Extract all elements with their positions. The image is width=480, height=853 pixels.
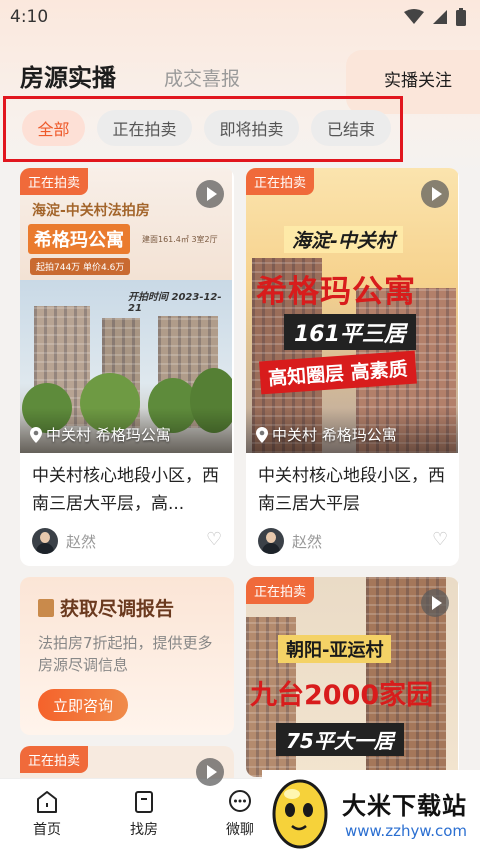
tab-deal-news[interactable]: 成交喜报 <box>164 64 240 91</box>
poster-date: 开拍时间 2023-12-21 <box>128 292 222 314</box>
filter-chip-all[interactable]: 全部 <box>22 110 85 146</box>
filter-chip-upcoming[interactable]: 即将拍卖 <box>204 110 299 146</box>
avatar <box>258 528 284 554</box>
nav-label: 微聊 <box>226 822 254 838</box>
header: 房源实播 成交喜报 实播关注 <box>0 50 480 114</box>
signal-icon <box>433 10 447 24</box>
report-title: 获取尽调报告 <box>38 594 174 621</box>
play-icon[interactable] <box>421 180 449 208</box>
avatar <box>32 528 58 554</box>
follow-button[interactable]: 实播关注 <box>384 66 452 91</box>
agent-name: 赵然 <box>292 532 323 551</box>
wifi-icon <box>404 9 424 24</box>
nav-label: 首页 <box>33 822 61 838</box>
chat-icon <box>229 790 251 812</box>
location-text: 中关村 希格玛公寓 <box>272 426 397 444</box>
status-badge: 正在拍卖 <box>20 746 89 773</box>
poster-line2: 希格玛公寓 <box>256 274 416 310</box>
listing-poster: 海淀-中关村 希格玛公寓 161平三居 高知圈层 高素质 <box>246 168 458 453</box>
location-pin-icon <box>256 426 268 443</box>
report-description: 法拍房7折起拍，提供更多房源尽调信息 <box>38 634 213 674</box>
nav-label: 找房 <box>130 822 158 838</box>
status-time: 4:10 <box>10 7 49 27</box>
poster-line2: 九台2000家园 <box>250 680 434 711</box>
report-title-text: 获取尽调报告 <box>60 598 175 620</box>
status-badge: 正在拍卖 <box>246 577 315 604</box>
poster-line1: 海淀-中关村 <box>284 226 403 253</box>
heart-icon[interactable]: ♡ <box>206 529 222 550</box>
poster-line1: 海淀-中关村法拍房 <box>32 203 150 219</box>
listing-title[interactable]: 中关村核心地段小区，西南三居大平层 <box>258 462 458 518</box>
play-icon[interactable] <box>196 180 224 208</box>
filter-chip-auctioning[interactable]: 正在拍卖 <box>97 110 192 146</box>
report-clipboard-icon <box>38 599 54 617</box>
nav-item-find-house[interactable]: 找房 <box>116 789 172 839</box>
agent-info[interactable]: 赵然 <box>32 528 96 554</box>
listing-poster: 海淀-中关村法拍房 希格玛公寓 建面161.4㎡ 3室2厅 起拍744万 单价4… <box>20 168 232 453</box>
status-icons <box>404 8 466 26</box>
listing-card[interactable]: 海淀-中关村法拍房 希格玛公寓 建面161.4㎡ 3室2厅 起拍744万 单价4… <box>20 168 234 566</box>
poster-line1: 朝阳-亚运村 <box>278 635 392 663</box>
location-pin-icon <box>30 426 42 443</box>
play-icon[interactable] <box>196 758 224 786</box>
house-search-icon <box>135 791 153 813</box>
tab-live-listings[interactable]: 房源实播 <box>20 58 116 93</box>
poster-price: 起拍744万 单价4.6万 <box>30 258 131 275</box>
listing-card[interactable]: 海淀-中关村 希格玛公寓 161平三居 高知圈层 高素质 正在拍卖 中关村 希格… <box>246 168 459 566</box>
poster-line2: 希格玛公寓 <box>28 224 130 254</box>
location-text: 中关村 希格玛公寓 <box>46 426 171 444</box>
poster-line3: 161平三居 <box>284 314 416 350</box>
play-icon[interactable] <box>421 589 449 617</box>
listing-title[interactable]: 中关村核心地段小区，西南三居大平层，高... <box>32 462 232 518</box>
heart-icon[interactable]: ♡ <box>432 529 448 550</box>
home-icon <box>37 791 57 813</box>
status-badge: 正在拍卖 <box>20 168 89 195</box>
consult-button[interactable]: 立即咨询 <box>38 689 128 721</box>
watermark-url: www.zzhyw.com <box>345 822 468 840</box>
status-badge: 正在拍卖 <box>246 168 315 195</box>
nav-item-chat[interactable]: 微聊 <box>212 789 268 839</box>
poster-area: 建面161.4㎡ 3室2厅 <box>142 235 218 244</box>
agent-info[interactable]: 赵然 <box>258 528 322 554</box>
filter-chip-ended[interactable]: 已结束 <box>311 110 391 146</box>
agent-name: 赵然 <box>66 532 97 551</box>
watermark-title: 大米下载站 <box>342 792 467 820</box>
nav-item-home[interactable]: 首页 <box>19 789 75 839</box>
listing-card[interactable]: 朝阳-亚运村 九台2000家园 75平大一居 正在拍卖 <box>246 577 459 777</box>
battery-icon <box>456 8 466 26</box>
mascot-egg-icon <box>272 779 328 849</box>
poster-line3: 75平大一居 <box>276 723 404 756</box>
status-bar: 4:10 <box>0 0 480 34</box>
listing-location: 中关村 希格玛公寓 <box>256 424 397 445</box>
listing-location: 中关村 希格玛公寓 <box>30 424 171 445</box>
